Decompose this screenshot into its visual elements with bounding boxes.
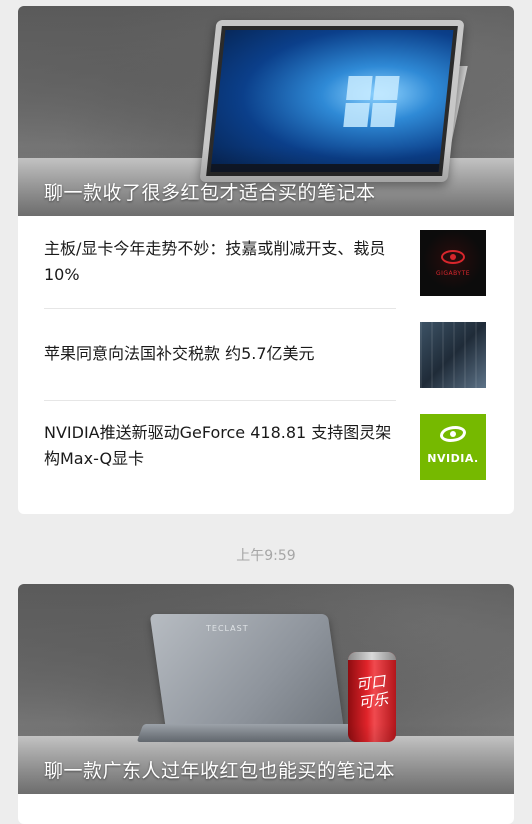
article-card-1: 聊一款收了很多红包才适合买的笔记本 主板/显卡今年走势不妙：技嘉或削减开支、裁员… (18, 6, 514, 514)
list-item[interactable]: 主板/显卡今年走势不妙：技嘉或削减开支、裁员10% GIGABYTE (18, 216, 514, 308)
windows-logo-icon (343, 76, 400, 128)
cover-title[interactable]: 聊一款广东人过年收红包也能买的笔记本 (44, 758, 395, 784)
nvidia-logo-icon (440, 426, 466, 442)
cover-article-2[interactable]: TECLAST 可口可乐 聊一款广东人过年收红包也能买的笔记本 (18, 584, 514, 794)
news-title[interactable]: 主板/显卡今年走势不妙：技嘉或削减开支、裁员10% (44, 236, 394, 288)
thumbnail-logo-text: NVIDIA. (427, 452, 479, 465)
list-item[interactable]: 苹果同意向法国补交税款 约5.7亿美元 (18, 308, 514, 400)
cover-title[interactable]: 聊一款收了很多红包才适合买的笔记本 (44, 180, 376, 206)
news-title[interactable]: NVIDIA推送新驱动GeForce 418.81 支持图灵架构Max-Q显卡 (44, 420, 394, 472)
news-list: 主板/显卡今年走势不妙：技嘉或削减开支、裁员10% GIGABYTE 苹果同意向… (18, 216, 514, 492)
news-thumbnail[interactable]: GIGABYTE (420, 230, 486, 296)
glass-facade (420, 322, 486, 388)
news-thumbnail[interactable] (420, 322, 486, 388)
article-card-2: TECLAST 可口可乐 聊一款广东人过年收红包也能买的笔记本 (18, 584, 514, 824)
gigabyte-logo-icon (441, 250, 465, 264)
coke-can-text: 可口可乐 (354, 672, 390, 712)
news-title[interactable]: 苹果同意向法国补交税款 约5.7亿美元 (44, 341, 394, 367)
laptop-brand-text: TECLAST (206, 624, 249, 633)
news-thumbnail[interactable]: NVIDIA. (420, 414, 486, 480)
message-timestamp: 上午9:59 (236, 548, 296, 564)
cover-article-1[interactable]: 聊一款收了很多红包才适合买的笔记本 (18, 6, 514, 216)
thumbnail-logo-text: GIGABYTE (435, 270, 471, 277)
list-item[interactable]: NVIDIA推送新驱动GeForce 418.81 支持图灵架构Max-Q显卡 … (18, 400, 514, 492)
